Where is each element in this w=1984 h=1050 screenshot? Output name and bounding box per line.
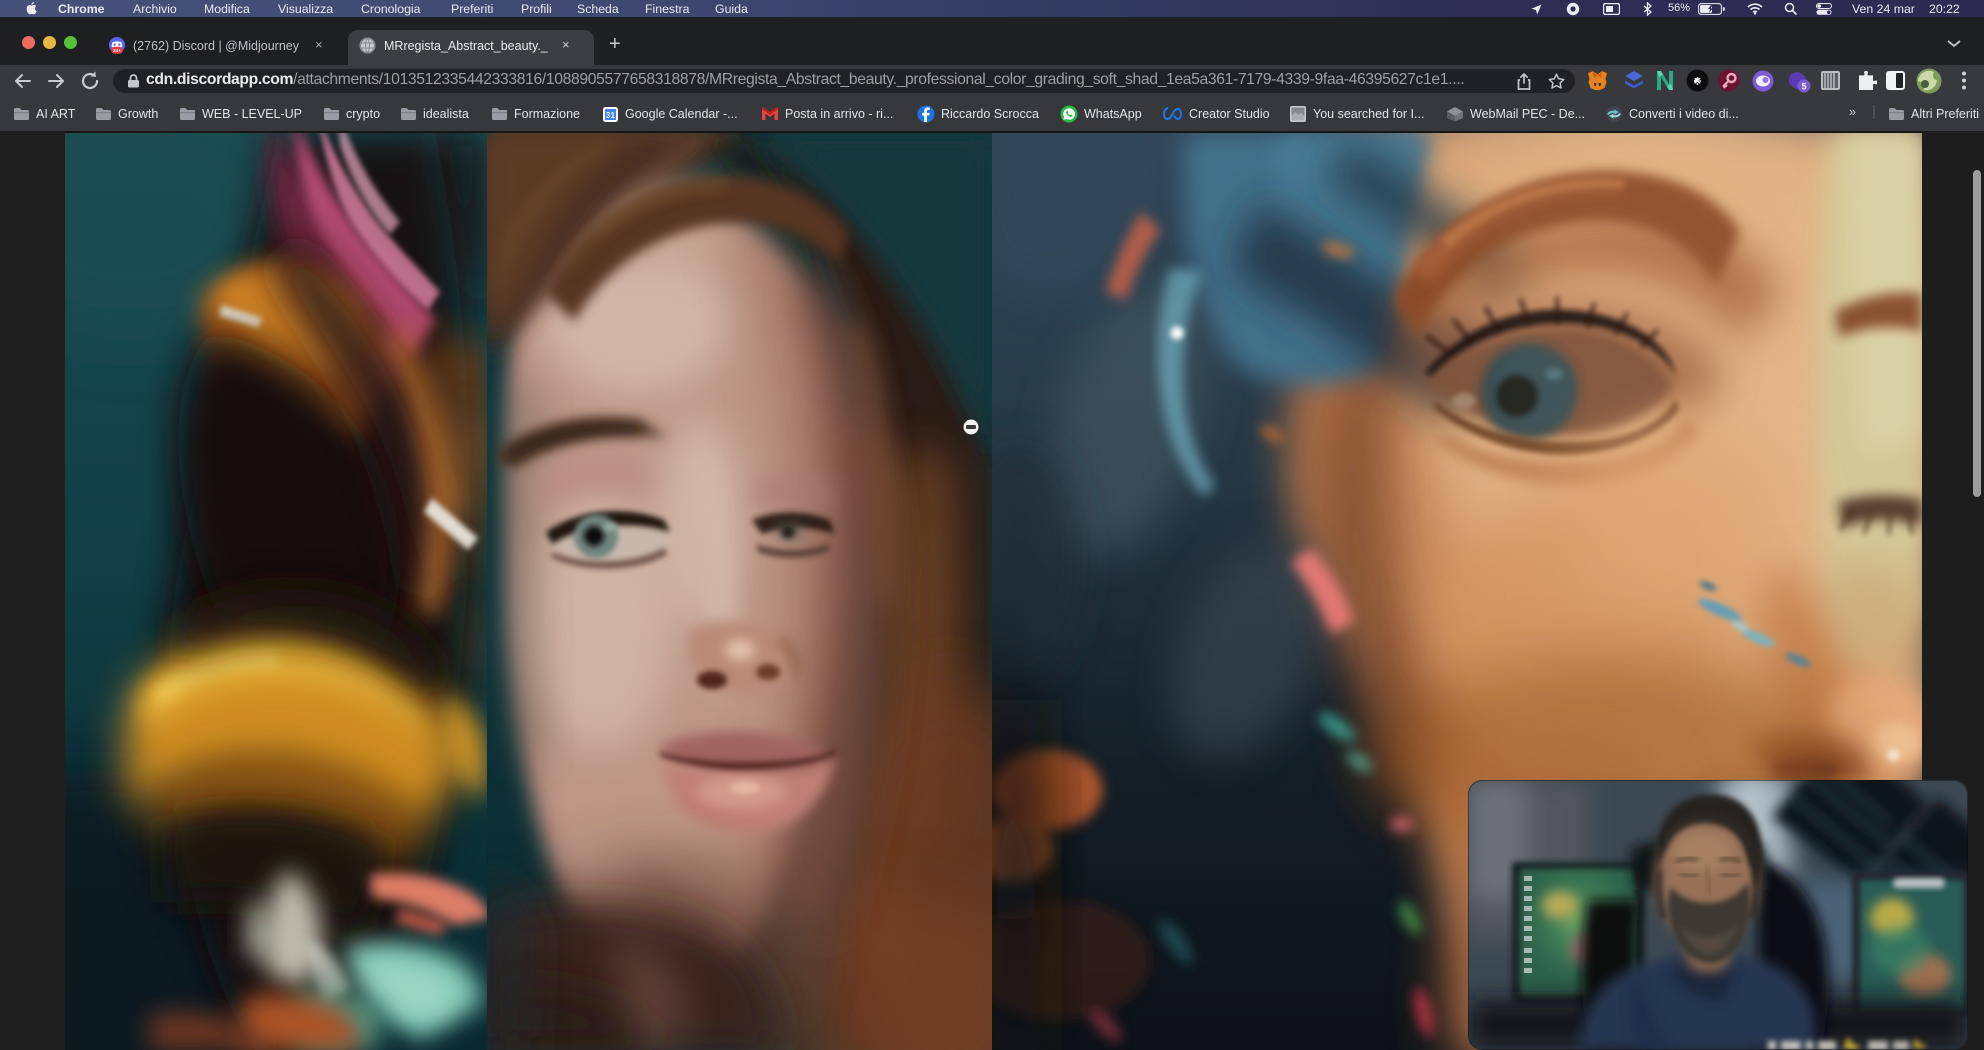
svg-text:5: 5 [1801,82,1806,92]
svg-text:31: 31 [606,111,615,120]
svg-text:※: ※ [1693,77,1701,88]
svg-text:24+: 24+ [113,48,121,53]
